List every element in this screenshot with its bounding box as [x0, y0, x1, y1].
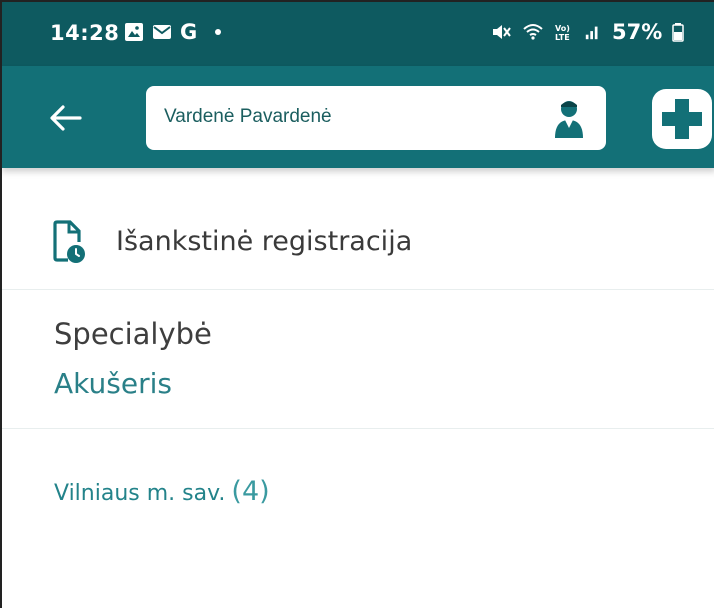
status-time: 14:28 [50, 21, 120, 45]
mail-icon [153, 25, 171, 39]
battery-icon [672, 23, 685, 42]
status-bar: 14:28 G Vo) LTE 57% [2, 2, 714, 66]
region-item[interactable]: Vilniaus m. sav. (4) [54, 476, 270, 507]
notification-icons: G [124, 20, 222, 44]
wifi-icon [523, 24, 543, 40]
region-count: (4) [231, 476, 270, 507]
gallery-icon [125, 23, 143, 41]
specialty-label: Specialybė [54, 317, 212, 351]
section-header: Išankstinė registracija [2, 208, 714, 288]
section-title: Išankstinė registracija [116, 226, 413, 257]
document-clock-icon [53, 220, 85, 263]
user-name: Vardenė Pavardenė [164, 106, 332, 127]
mute-icon [493, 25, 511, 39]
svg-text:Vo): Vo) [555, 24, 570, 33]
google-icon: G [180, 20, 198, 44]
volte-icon: Vo) LTE [555, 24, 570, 42]
region-name: Vilniaus m. sav. [54, 481, 226, 506]
medical-cross-icon[interactable] [648, 85, 714, 153]
dot-icon [215, 29, 222, 35]
back-arrow-icon[interactable] [48, 103, 82, 133]
app-screen: 14:28 G Vo) LTE 57% Vardenė Pavardenė Iš… [0, 0, 714, 608]
svg-text:LTE: LTE [555, 33, 570, 42]
patient-selector[interactable]: Vardenė Pavardenė [146, 86, 606, 150]
person-icon [555, 101, 583, 138]
battery-percent: 57% [612, 20, 663, 44]
divider [2, 289, 714, 290]
divider [2, 428, 714, 429]
signal-icon [585, 26, 598, 40]
app-bar: Vardenė Pavardenė [2, 66, 714, 168]
specialty-value[interactable]: Akušeris [54, 367, 172, 400]
system-icons: Vo) LTE 57% [490, 20, 685, 44]
